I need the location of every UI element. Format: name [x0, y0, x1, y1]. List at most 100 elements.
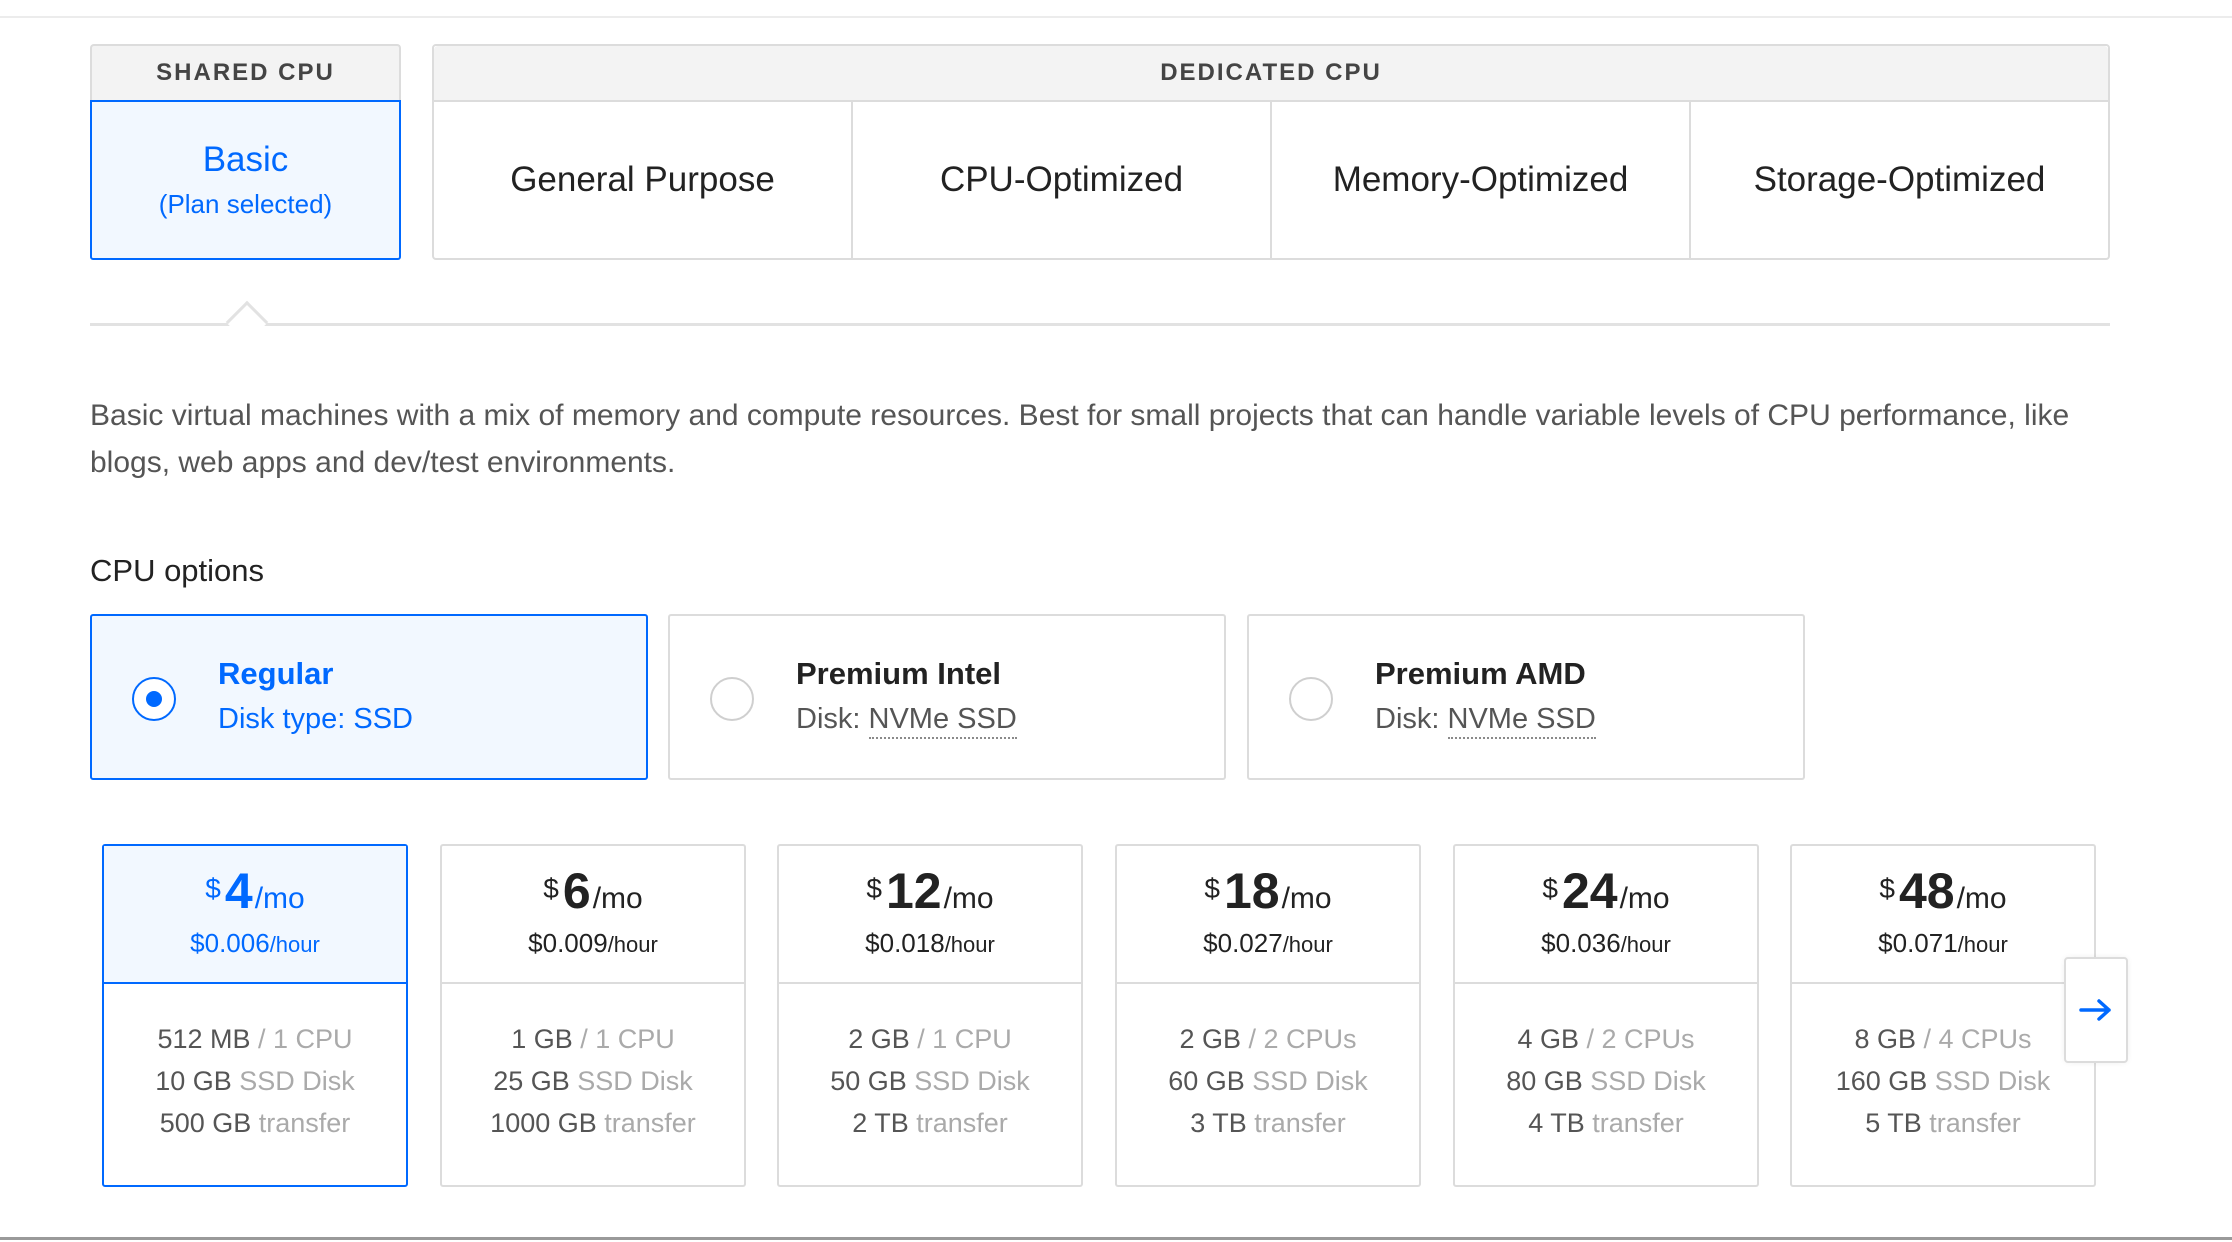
monthly-amount: 18 [1223, 863, 1280, 919]
cpu-count: / 1 CPU [258, 1024, 353, 1054]
currency: $ [866, 873, 882, 904]
plan-specs: 4 GB / 2 CPUs 80 GB SSD Disk 4 TB transf… [1455, 984, 1757, 1144]
monthly-amount: 6 [562, 863, 591, 919]
dedicated-cpu-group: DEDICATED CPU General Purpose CPU-Optimi… [432, 44, 2110, 260]
currency: $ [1879, 873, 1895, 904]
currency: $ [205, 873, 221, 904]
disk-type: SSD [353, 703, 414, 735]
disk-prefix: Disk: [1375, 703, 1448, 735]
monthly-amount: 4 [224, 863, 253, 919]
monthly-unit: /mo [592, 882, 643, 915]
hourly-amount: $0.006 [190, 928, 270, 958]
radio-premium-amd[interactable] [1289, 677, 1333, 721]
shared-cpu-group: SHARED CPU Basic (Plan selected) [90, 44, 401, 260]
disk-size: 80 GB [1506, 1066, 1583, 1096]
disk-prefix: Disk: [796, 703, 869, 735]
disk-label: SSD Disk [239, 1066, 355, 1096]
monthly-amount: 48 [1898, 863, 1955, 919]
cpu-option-title: Premium Intel [796, 656, 1001, 691]
tab-cpu-optimized[interactable]: CPU-Optimized [853, 102, 1272, 258]
transfer-label: transfer [1592, 1108, 1684, 1138]
cpu-count: / 1 CPU [580, 1024, 675, 1054]
plan-specs: 2 GB / 2 CPUs 60 GB SSD Disk 3 TB transf… [1117, 984, 1419, 1144]
disk-label: SSD Disk [1934, 1066, 2051, 1096]
cpu-count: / 1 CPU [917, 1024, 1012, 1054]
memory: 2 GB [1179, 1024, 1241, 1054]
plan-card[interactable]: $4/mo $0.006/hour 512 MB / 1 CPU 10 GB S… [102, 844, 408, 1187]
tab-underline [90, 323, 2110, 326]
cpu-option-regular[interactable]: Regular Disk type: SSD [90, 614, 648, 780]
cpu-option-premium-amd[interactable]: Premium AMD Disk: NVMe SSD [1247, 614, 1805, 780]
transfer-label: transfer [258, 1108, 351, 1138]
cpu-options-title: CPU options [90, 553, 265, 588]
plan-specs: 512 MB / 1 CPU 10 GB SSD Disk 500 GB tra… [104, 984, 406, 1144]
plan-card[interactable]: $12/mo $0.018/hour 2 GB / 1 CPU 50 GB SS… [777, 844, 1083, 1187]
disk-size: 10 GB [155, 1066, 232, 1096]
plan-card[interactable]: $24/mo $0.036/hour 4 GB / 2 CPUs 80 GB S… [1453, 844, 1759, 1187]
monthly-unit: /mo [254, 882, 305, 915]
disk-size: 50 GB [830, 1066, 907, 1096]
transfer-amount: 5 TB [1865, 1108, 1922, 1138]
hourly-amount: $0.036 [1541, 928, 1621, 958]
tab-memory-optimized[interactable]: Memory-Optimized [1272, 102, 1691, 258]
plan-price: $18/mo $0.027/hour [1117, 846, 1419, 984]
memory: 512 MB [157, 1024, 251, 1054]
tab-general-purpose[interactable]: General Purpose [434, 102, 853, 258]
cpu-count: / 4 CPUs [1923, 1024, 2032, 1054]
hourly-unit: /hour [944, 932, 995, 957]
cpu-count: / 2 CPUs [1586, 1024, 1695, 1054]
memory: 4 GB [1517, 1024, 1579, 1054]
plan-price: $24/mo $0.036/hour [1455, 846, 1757, 984]
transfer-amount: 1000 GB [490, 1108, 597, 1138]
cpu-option-disk: Disk type: SSD [218, 703, 413, 736]
next-plans-button[interactable] [2064, 957, 2128, 1063]
tab-basic[interactable]: Basic (Plan selected) [90, 100, 401, 260]
disk-label: SSD Disk [914, 1066, 1030, 1096]
currency: $ [1542, 873, 1558, 904]
plan-card[interactable]: $6/mo $0.009/hour 1 GB / 1 CPU 25 GB SSD… [440, 844, 746, 1187]
currency: $ [543, 873, 559, 904]
transfer-label: transfer [604, 1108, 696, 1138]
memory: 8 GB [1854, 1024, 1916, 1054]
shared-cpu-header: SHARED CPU [90, 44, 401, 100]
hourly-unit: /hour [1957, 932, 2008, 957]
plan-specs: 2 GB / 1 CPU 50 GB SSD Disk 2 TB transfe… [779, 984, 1081, 1144]
memory: 1 GB [511, 1024, 573, 1054]
cpu-option-premium-intel[interactable]: Premium Intel Disk: NVMe SSD [668, 614, 1226, 780]
plan-price: $6/mo $0.009/hour [442, 846, 744, 984]
disk-type-tooltip[interactable]: NVMe SSD [1447, 703, 1596, 739]
currency: $ [1204, 873, 1220, 904]
cpu-option-disk: Disk: NVMe SSD [1375, 703, 1596, 739]
hourly-unit: /hour [269, 932, 320, 957]
transfer-amount: 500 GB [159, 1108, 252, 1138]
transfer-amount: 4 TB [1528, 1108, 1585, 1138]
disk-label: SSD Disk [1252, 1066, 1368, 1096]
monthly-amount: 12 [885, 863, 942, 919]
dedicated-cpu-header: DEDICATED CPU [434, 46, 2108, 102]
hourly-unit: /hour [607, 932, 658, 957]
cpu-option-title: Premium AMD [1375, 656, 1586, 691]
plan-card[interactable]: $18/mo $0.027/hour 2 GB / 2 CPUs 60 GB S… [1115, 844, 1421, 1187]
tab-storage-optimized[interactable]: Storage-Optimized [1691, 102, 2108, 258]
disk-type-tooltip[interactable]: NVMe SSD [868, 703, 1017, 739]
hourly-amount: $0.071 [1878, 928, 1958, 958]
transfer-amount: 2 TB [852, 1108, 909, 1138]
plan-specs: 8 GB / 4 CPUs 160 GB SSD Disk 5 TB trans… [1792, 984, 2094, 1144]
monthly-unit: /mo [1281, 882, 1332, 915]
monthly-unit: /mo [943, 882, 994, 915]
radio-premium-intel[interactable] [710, 677, 754, 721]
monthly-amount: 24 [1561, 863, 1618, 919]
arrow-right-icon [2079, 999, 2111, 1021]
plan-price: $4/mo $0.006/hour [104, 846, 406, 984]
hourly-unit: /hour [1282, 932, 1333, 957]
monthly-unit: /mo [1956, 882, 2007, 915]
plan-price: $48/mo $0.071/hour [1792, 846, 2094, 984]
bottom-divider [0, 1237, 2232, 1240]
radio-regular[interactable] [132, 677, 176, 721]
transfer-amount: 3 TB [1190, 1108, 1247, 1138]
plan-card[interactable]: $48/mo $0.071/hour 8 GB / 4 CPUs 160 GB … [1790, 844, 2096, 1187]
disk-size: 60 GB [1168, 1066, 1245, 1096]
disk-label: SSD Disk [1590, 1066, 1706, 1096]
plan-price: $12/mo $0.018/hour [779, 846, 1081, 984]
memory: 2 GB [848, 1024, 910, 1054]
